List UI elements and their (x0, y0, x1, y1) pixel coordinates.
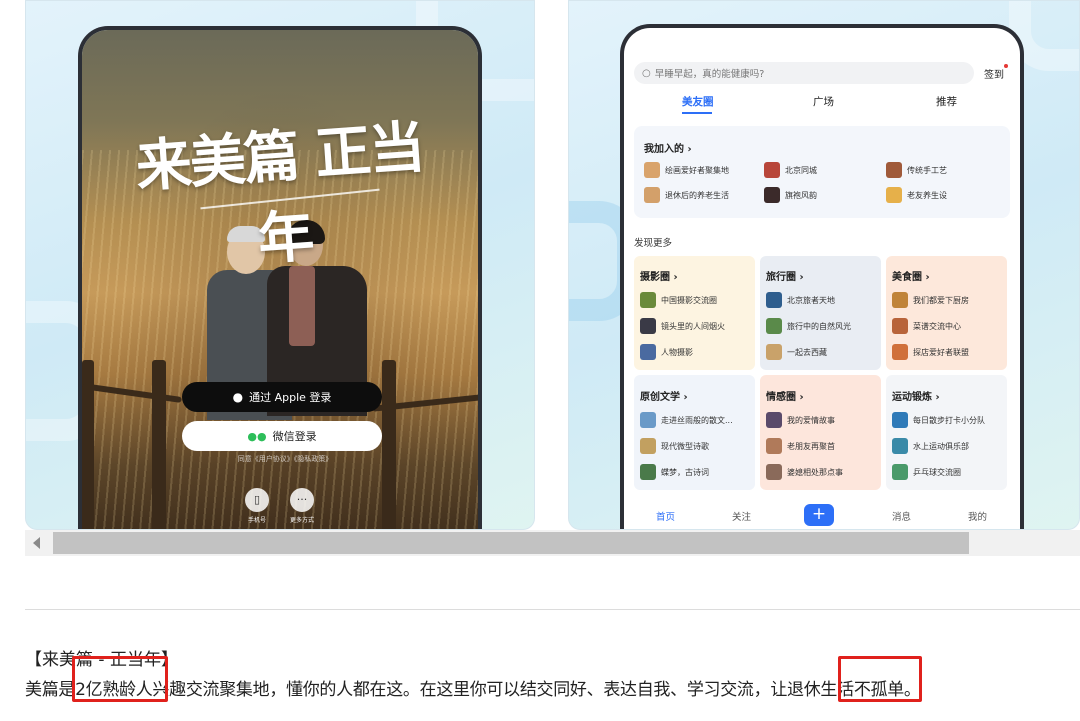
group-thumbnail (766, 412, 782, 428)
wechat-login-button[interactable]: ●● 微信登录 (182, 421, 382, 451)
joined-group-item[interactable]: 老友养生设 (886, 187, 947, 203)
nav-me[interactable]: 我的 (968, 509, 987, 523)
highlight-box (838, 656, 922, 702)
category-item[interactable]: 旅行中的自然风光 (766, 318, 851, 334)
group-thumbnail (640, 438, 656, 454)
category-title[interactable]: 旅行圈 › (766, 268, 804, 283)
category-item[interactable]: 乒乓球交流圈 (892, 464, 961, 480)
more-login-option[interactable]: ··· 更多方式 (277, 488, 327, 524)
active-tab-indicator (682, 112, 712, 114)
group-thumbnail (766, 344, 782, 360)
category-item[interactable]: 北京旅者天地 (766, 292, 835, 308)
group-thumbnail (886, 187, 902, 203)
category-item[interactable]: 蝶梦，古诗词 (640, 464, 709, 480)
more-icon: ··· (290, 488, 314, 512)
highlight-box (72, 656, 168, 702)
category-item[interactable]: 走进丝雨般的散文... (640, 412, 733, 428)
category-item[interactable]: 水上运动俱乐部 (892, 438, 969, 454)
slogan-calligraphy: 来美篇 正当年 (133, 114, 426, 273)
group-thumbnail (764, 187, 780, 203)
group-thumbnail (640, 412, 656, 428)
group-thumbnail (766, 318, 782, 334)
section-divider (25, 609, 1080, 610)
group-thumbnail (640, 318, 656, 334)
notification-dot (1004, 64, 1008, 68)
horizontal-scrollbar[interactable] (25, 530, 1080, 556)
joined-group-item[interactable]: 退休后的养老生活 (644, 187, 729, 203)
category-title[interactable]: 运动锻炼 › (892, 388, 940, 403)
phone-frame: 来美篇 正当年 ● 通过 Apple 登录 ●● 微信登录 同意《用户协议》《隐… (78, 26, 482, 529)
group-thumbnail (892, 344, 908, 360)
nav-follow[interactable]: 关注 (732, 509, 751, 523)
group-thumbnail (892, 292, 908, 308)
apple-login-label: 通过 Apple 登录 (249, 391, 332, 404)
group-thumbnail (640, 464, 656, 480)
category-item[interactable]: 现代微型诗歌 (640, 438, 709, 454)
wechat-login-label: 微信登录 (272, 430, 317, 443)
joined-group-item[interactable]: 绘画爱好者聚集地 (644, 162, 729, 178)
agreement-text[interactable]: 同意《用户协议》《隐私政策》 (200, 454, 370, 464)
category-item[interactable]: 婆媳相处那点事 (766, 464, 843, 480)
category-item[interactable]: 每日散步打卡小分队 (892, 412, 985, 428)
category-item[interactable]: 探店爱好者联盟 (892, 344, 969, 360)
category-item[interactable]: 镜头里的人间烟火 (640, 318, 725, 334)
fence-post (382, 360, 396, 529)
category-title[interactable]: 情感圈 › (766, 388, 804, 403)
tab-recommend[interactable]: 推荐 (936, 94, 957, 109)
scrollbar-thumb[interactable] (53, 532, 969, 554)
group-thumbnail (766, 438, 782, 454)
more-login-label: 更多方式 (289, 517, 314, 524)
group-thumbnail (766, 292, 782, 308)
joined-group-item[interactable]: 传统手工艺 (886, 162, 947, 178)
group-thumbnail (766, 464, 782, 480)
scroll-left-arrow-icon[interactable] (33, 537, 40, 549)
screenshot-card-login: 来美篇 正当年 ● 通过 Apple 登录 ●● 微信登录 同意《用户协议》《隐… (25, 0, 535, 530)
apple-icon: ● (232, 390, 244, 404)
category-item[interactable]: 菜谱交流中心 (892, 318, 961, 334)
category-item[interactable]: 一起去西藏 (766, 344, 827, 360)
signin-button[interactable]: 签到 (984, 66, 1004, 81)
search-input[interactable]: ○ 早睡早起，真的能健康吗? (634, 62, 974, 84)
category-title[interactable]: 原创文学 › (640, 388, 688, 403)
group-thumbnail (892, 318, 908, 334)
search-placeholder: 早睡早起，真的能健康吗? (654, 69, 765, 80)
top-tabs: 美友圈 广场 推荐 (624, 94, 1020, 114)
phone-login-option[interactable]: ▯ 手机号 (232, 488, 282, 524)
category-item[interactable]: 人物摄影 (640, 344, 693, 360)
category-title[interactable]: 摄影圈 › (640, 268, 678, 283)
discover-title: 发现更多 (634, 238, 673, 249)
screenshot-card-app: ○ 早睡早起，真的能健康吗? 签到 美友圈 广场 推荐 我加入的 › 绘画爱好者… (568, 0, 1080, 530)
category-item[interactable]: 我的爱情故事 (766, 412, 835, 428)
phone-login-label: 手机号 (247, 517, 266, 524)
group-thumbnail (892, 438, 908, 454)
group-thumbnail (892, 464, 908, 480)
category-item[interactable]: 我们都爱下厨房 (892, 292, 969, 308)
apple-login-button[interactable]: ● 通过 Apple 登录 (182, 382, 382, 412)
group-thumbnail (640, 344, 656, 360)
tab-square[interactable]: 广场 (813, 94, 834, 109)
category-item[interactable]: 中国摄影交流圈 (640, 292, 717, 308)
category-item[interactable]: 老朋友再聚首 (766, 438, 835, 454)
phone-frame: ○ 早睡早起，真的能健康吗? 签到 美友圈 广场 推荐 我加入的 › 绘画爱好者… (620, 24, 1024, 529)
fence-post (152, 360, 166, 529)
search-icon: ○ (642, 67, 651, 79)
create-post-button[interactable]: + (804, 504, 834, 526)
group-thumbnail (886, 162, 902, 178)
group-thumbnail (764, 162, 780, 178)
group-thumbnail (644, 187, 660, 203)
nav-messages[interactable]: 消息 (892, 509, 911, 523)
wechat-icon: ●● (247, 429, 267, 443)
group-thumbnail (892, 412, 908, 428)
joined-title[interactable]: 我加入的 › (644, 140, 692, 155)
phone-icon: ▯ (245, 488, 269, 512)
tab-friends[interactable]: 美友圈 (682, 94, 714, 109)
bottom-nav: 首页 关注 + 消息 我的 (624, 502, 1020, 529)
category-title[interactable]: 美食圈 › (892, 268, 930, 283)
nav-home[interactable]: 首页 (656, 509, 675, 523)
group-thumbnail (644, 162, 660, 178)
group-thumbnail (640, 292, 656, 308)
joined-group-item[interactable]: 北京同城 (764, 162, 817, 178)
joined-group-item[interactable]: 旗袍风韵 (764, 187, 817, 203)
